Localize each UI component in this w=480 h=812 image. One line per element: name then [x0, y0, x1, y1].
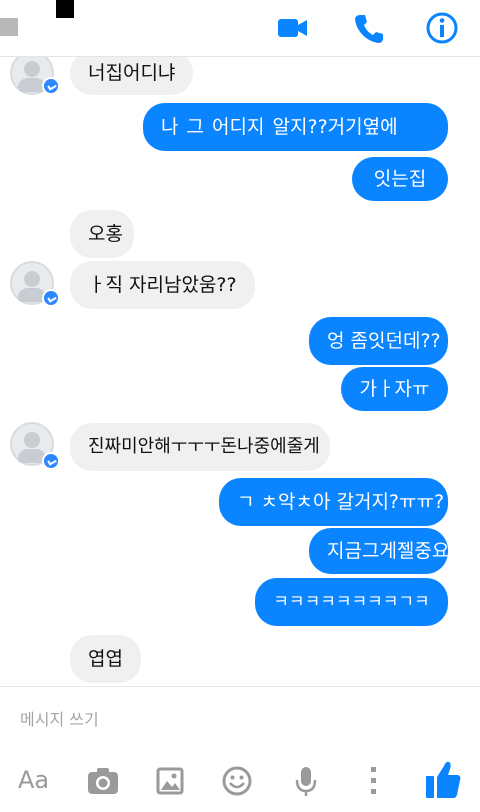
phone-icon[interactable] — [351, 10, 387, 46]
message-thread[interactable]: 너집어디냐 나 그 어디지 알지??거기옆에 잇는집 오홍 ㅏ직 자리남았움??… — [0, 57, 480, 684]
outgoing-message[interactable]: ㄱ ㅊ악ㅊ아 갈거지?ㅠㅠ? — [219, 478, 448, 526]
messenger-badge-icon — [42, 77, 60, 95]
outgoing-message[interactable]: 지금그게젤중요 — [309, 528, 449, 574]
incoming-message[interactable]: 너집어디냐 — [70, 57, 194, 95]
redacted-contact-name — [56, 0, 74, 18]
emoji-icon[interactable] — [221, 764, 253, 798]
messenger-badge-icon — [42, 289, 60, 307]
outgoing-message[interactable]: 잇는집 — [352, 157, 448, 201]
back-icon[interactable] — [0, 18, 18, 36]
incoming-message[interactable]: 엽엽 — [70, 635, 141, 683]
thumbs-up-icon[interactable] — [424, 758, 462, 800]
message-input[interactable] — [18, 706, 382, 732]
messenger-badge-icon — [42, 452, 60, 470]
outgoing-message[interactable]: ㅋㅋㅋㅋㅋㅋㅋㅋㄱㅋ — [255, 578, 448, 626]
microphone-icon[interactable] — [294, 764, 318, 798]
outgoing-message[interactable]: 나 그 어디지 알지??거기옆에 — [143, 103, 448, 151]
incoming-message[interactable]: ㅏ직 자리남았움?? — [70, 261, 255, 309]
more-icon[interactable] — [366, 764, 380, 798]
image-icon[interactable] — [156, 764, 184, 798]
incoming-message[interactable]: 진짜미안해ㅜㅜㅜ돈나중에줄게 — [70, 423, 330, 471]
message-composer — [0, 686, 480, 751]
conversation-header — [0, 0, 480, 57]
camera-icon[interactable] — [86, 764, 120, 798]
outgoing-message[interactable]: 가ㅏ자ㅠ — [341, 367, 448, 411]
incoming-message[interactable]: 오홍 — [70, 210, 134, 258]
info-icon[interactable] — [424, 10, 460, 46]
outgoing-message[interactable]: 엉 좀잇던데?? — [309, 317, 448, 365]
composer-toolbar: Aa — [0, 750, 480, 812]
text-format-icon[interactable]: Aa — [18, 766, 49, 794]
video-call-icon[interactable] — [274, 10, 310, 46]
